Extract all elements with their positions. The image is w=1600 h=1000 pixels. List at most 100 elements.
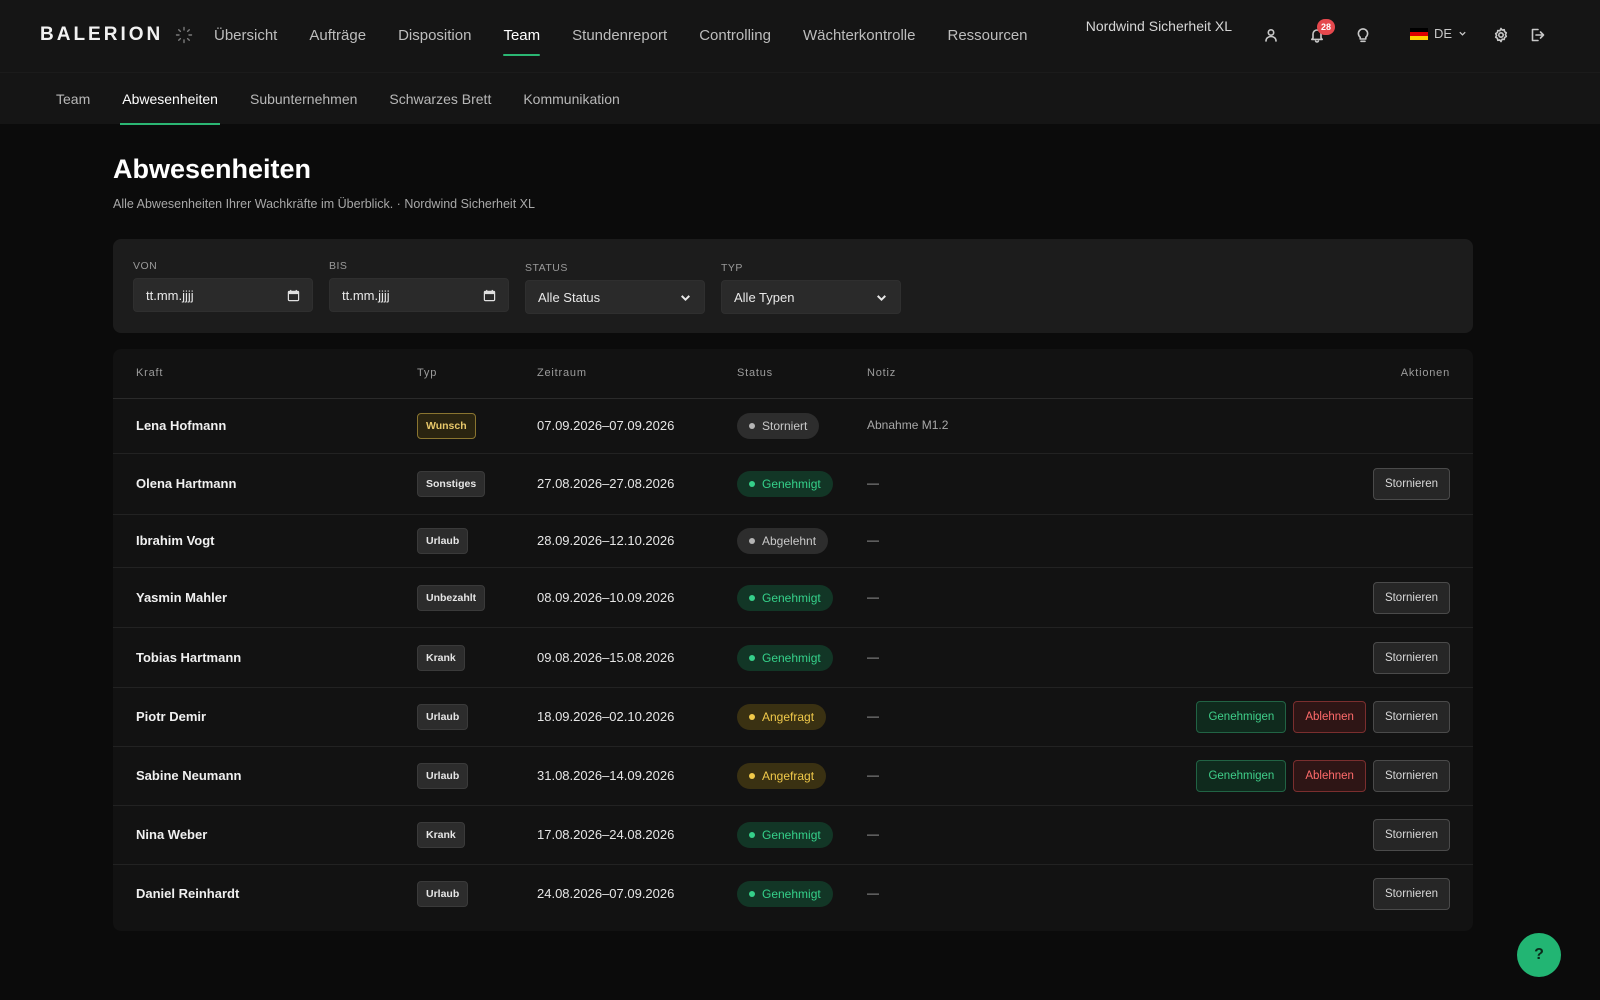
tab-abwesenheiten[interactable]: Abwesenheiten xyxy=(106,73,234,125)
main-navigation: Übersicht Aufträge Disposition Team Stundenr… xyxy=(198,0,1044,72)
table-row: Nina Weber Krank 17.08.2026–24.08.2026 Gene… xyxy=(113,806,1473,865)
type-cell: Urlaub xyxy=(417,763,469,789)
type-cell: Unbezahlt xyxy=(417,584,486,611)
status-label: Abgelehnt xyxy=(762,534,817,548)
secondary-navigation-bar: Team Abwesenheiten Subunternehmen Schwarzes… xyxy=(0,72,1600,125)
type-badge: Krank xyxy=(417,822,465,848)
notification-count-badge: 28 xyxy=(1317,19,1335,35)
employee-name[interactable]: Olena Hartmann xyxy=(136,476,236,491)
status-badge: Genehmigt xyxy=(737,584,833,611)
column-header-status[interactable]: Status xyxy=(737,367,773,379)
column-header-kraft[interactable]: Kraft xyxy=(136,367,163,379)
employee-name[interactable]: Sabine Neumann xyxy=(136,768,241,783)
status-dot-icon xyxy=(749,654,755,661)
cancel-button[interactable]: Stornieren xyxy=(1372,877,1450,910)
nav-item-stundenreport[interactable]: Stundenreport xyxy=(556,0,683,72)
period-text: 24.08.2026–07.09.2026 xyxy=(537,885,675,901)
note-text: — xyxy=(867,533,879,547)
typ-select[interactable]: Alle Typen xyxy=(721,280,901,314)
gear-icon[interactable] xyxy=(1490,24,1512,46)
nav-item-team[interactable]: Team xyxy=(487,0,556,72)
column-header-typ[interactable]: Typ xyxy=(417,367,437,379)
status-select-value: Alle Status xyxy=(538,289,601,305)
cancel-button[interactable]: Stornieren xyxy=(1372,701,1450,733)
note-text: Abnahme M1.2 xyxy=(867,418,949,432)
status-label: Genehmigt xyxy=(762,650,821,665)
period-text: 27.08.2026–27.08.2026 xyxy=(537,476,675,491)
cancel-button[interactable]: Stornieren xyxy=(1372,581,1450,614)
status-dot-icon xyxy=(749,890,755,897)
von-date-input[interactable]: tt.mm.jjjj xyxy=(133,278,313,312)
brand-logo[interactable]: BALERION xyxy=(40,24,193,46)
cancel-button[interactable]: Stornieren xyxy=(1372,819,1450,851)
help-button[interactable]: ? xyxy=(1517,933,1561,977)
status-dot-icon xyxy=(749,832,755,838)
tab-kommunikation[interactable]: Kommunikation xyxy=(507,73,636,125)
status-cell: Storniert xyxy=(737,413,820,439)
note-text: — xyxy=(867,476,879,490)
filter-status: STATUS Alle Status xyxy=(525,262,705,314)
language-selector[interactable]: DE xyxy=(1410,26,1467,41)
filter-panel: VON tt.mm.jjjj BIS tt.mm.jjjj STATUS All… xyxy=(113,239,1473,333)
status-badge: Genehmigt xyxy=(737,644,833,671)
employee-name[interactable]: Piotr Demir xyxy=(136,709,206,724)
status-dot-icon xyxy=(749,594,755,601)
cancel-button[interactable]: Stornieren xyxy=(1372,468,1450,500)
nav-item-controlling[interactable]: Controlling xyxy=(683,0,787,72)
company-name[interactable]: Nordwind Sicherheit XL xyxy=(1086,18,1232,34)
employee-name[interactable]: Nina Weber xyxy=(136,827,207,842)
type-badge: Urlaub xyxy=(417,704,469,730)
status-cell: Genehmigt xyxy=(737,471,833,497)
nav-item-disposition[interactable]: Disposition xyxy=(382,0,487,72)
cancel-button[interactable]: Stornieren xyxy=(1372,760,1450,792)
approve-button[interactable]: Genehmigen xyxy=(1196,701,1287,733)
nav-item-ressourcen[interactable]: Ressourcen xyxy=(931,0,1043,72)
lightbulb-icon[interactable] xyxy=(1352,24,1374,46)
status-select[interactable]: Alle Status xyxy=(525,280,705,314)
absences-table: Kraft Typ Zeitraum Status Notiz Aktionen… xyxy=(113,349,1473,931)
bell-icon[interactable]: 28 xyxy=(1306,19,1335,46)
period-text: 17.08.2026–24.08.2026 xyxy=(537,827,675,842)
tab-schwarzes-brett[interactable]: Schwarzes Brett xyxy=(373,73,507,125)
logout-icon[interactable] xyxy=(1526,24,1548,46)
employee-name[interactable]: Ibrahim Vogt xyxy=(136,533,214,548)
chevron-down-icon xyxy=(877,294,886,301)
calendar-icon xyxy=(483,289,496,301)
status-cell: Angefragt xyxy=(737,704,827,730)
cancel-button[interactable]: Stornieren xyxy=(1372,641,1450,674)
status-badge: Abgelehnt xyxy=(737,528,829,554)
tab-team[interactable]: Team xyxy=(40,73,106,125)
employee-name[interactable]: Daniel Reinhardt xyxy=(136,886,239,901)
page-subtitle: Alle Abwesenheiten Ihrer Wachkräfte im Ü… xyxy=(113,197,535,211)
column-header-notiz[interactable]: Notiz xyxy=(867,367,896,379)
reject-button[interactable]: Ablehnen xyxy=(1293,760,1366,792)
period-text: 28.09.2026–12.10.2026 xyxy=(537,533,675,548)
filter-status-label: STATUS xyxy=(525,262,568,274)
filter-typ-label: TYP xyxy=(721,262,743,274)
approve-button[interactable]: Genehmigen xyxy=(1196,760,1287,792)
status-label: Genehmigt xyxy=(762,477,821,491)
table-row: Tobias Hartmann Krank 09.08.2026–15.08.202… xyxy=(113,628,1473,688)
tab-subunternehmen[interactable]: Subunternehmen xyxy=(234,73,373,125)
column-header-zeitraum[interactable]: Zeitraum xyxy=(537,367,587,379)
employee-name[interactable]: Yasmin Mahler xyxy=(136,590,227,605)
row-actions: Genehmigen Ablehnen Stornieren xyxy=(1196,760,1450,792)
employee-name[interactable]: Lena Hofmann xyxy=(136,418,226,433)
user-icon[interactable] xyxy=(1260,24,1282,46)
bis-date-input[interactable]: tt.mm.jjjj xyxy=(329,278,509,312)
period-text: 18.09.2026–02.10.2026 xyxy=(537,709,675,724)
reject-button[interactable]: Ablehnen xyxy=(1293,701,1366,733)
brand-name: BALERION xyxy=(40,24,164,45)
table-row: Yasmin Mahler Unbezahlt 08.09.2026–10.09.2… xyxy=(113,568,1473,628)
status-cell: Genehmigt xyxy=(737,880,833,907)
type-badge: Wunsch xyxy=(417,413,476,439)
filter-bis: BIS tt.mm.jjjj xyxy=(329,260,509,312)
nav-item-uebersicht[interactable]: Übersicht xyxy=(198,0,293,72)
period-text: 31.08.2026–14.09.2026 xyxy=(537,768,675,783)
status-dot-icon xyxy=(749,714,755,720)
employee-name[interactable]: Tobias Hartmann xyxy=(136,650,241,665)
nav-item-waechterkontrolle[interactable]: Wächterkontrolle xyxy=(787,0,932,72)
nav-item-auftraege[interactable]: Aufträge xyxy=(293,0,382,72)
status-badge: Storniert xyxy=(737,413,820,439)
type-cell: Urlaub xyxy=(417,704,469,730)
